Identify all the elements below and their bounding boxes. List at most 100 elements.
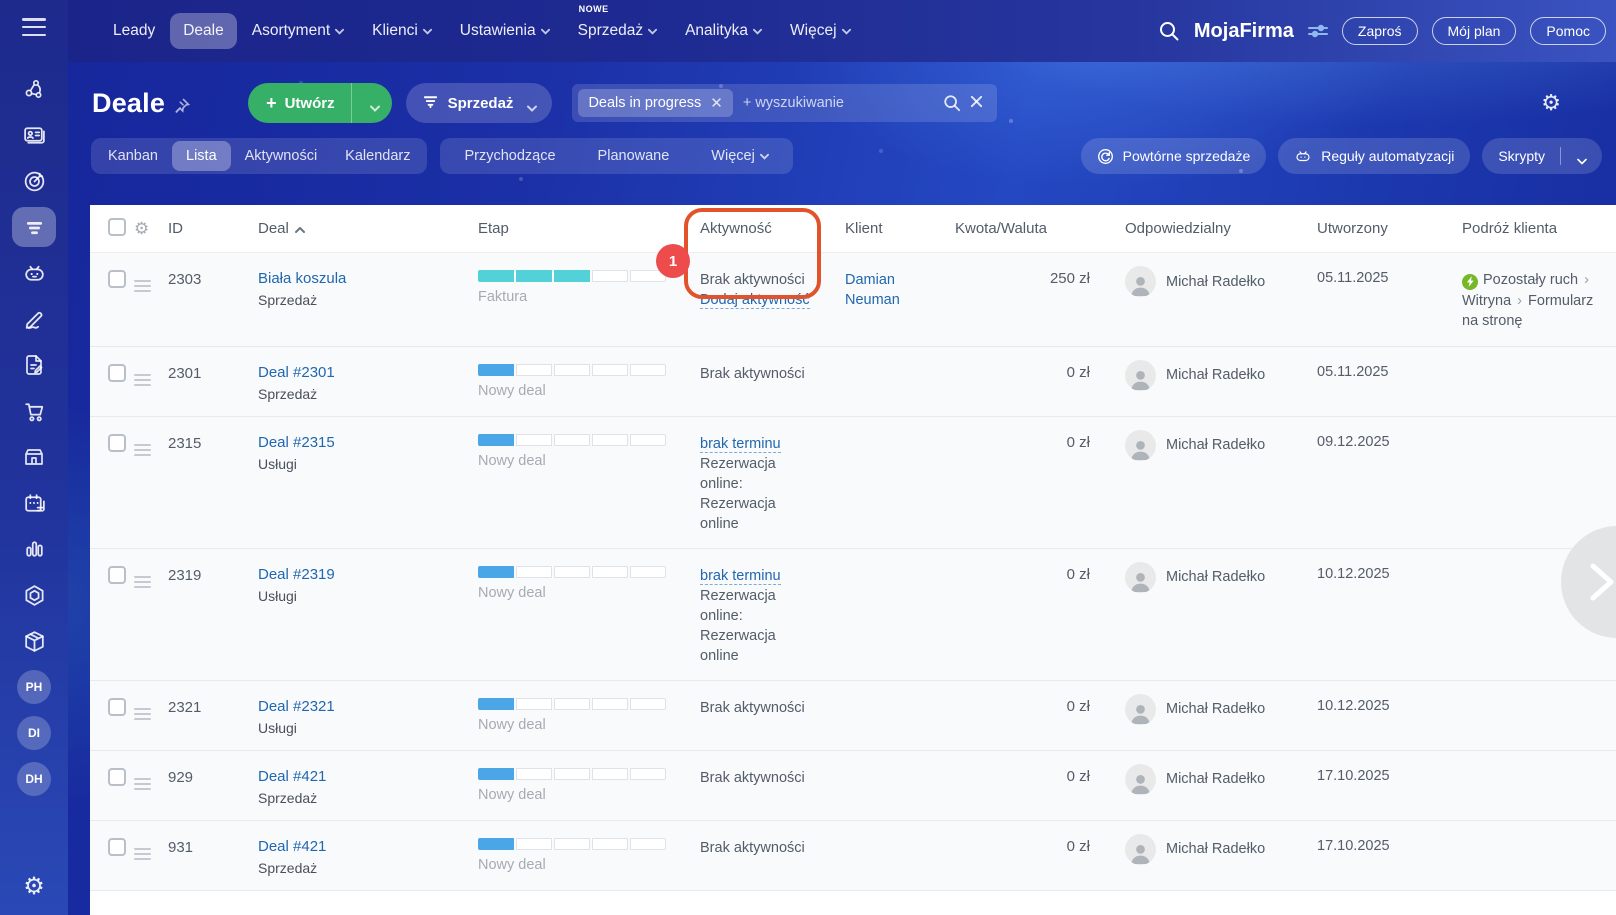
owner-name[interactable]: Michał Radełko <box>1166 841 1265 857</box>
nav-item-analityka[interactable]: Analityka <box>672 13 775 49</box>
stage-progress-bar[interactable] <box>478 697 666 710</box>
nav-item-ustawienia[interactable]: Ustawienia <box>447 13 563 49</box>
activity-link[interactable]: Dodaj aktywność <box>700 292 810 309</box>
nav-item-klienci[interactable]: Klienci <box>359 13 445 49</box>
owner-name[interactable]: Michał Radełko <box>1166 701 1265 717</box>
contact-card-icon[interactable] <box>12 115 56 155</box>
table-row[interactable]: 2303 Biała koszula Sprzedaż Faktura Brak… <box>90 253 1616 347</box>
pin-icon[interactable] <box>174 98 191 114</box>
hamburger-menu-icon[interactable] <box>22 18 46 36</box>
table-row[interactable]: 2319 Deal #2319 Usługi Nowy deal brak te… <box>90 548 1616 681</box>
owner-name[interactable]: Michał Radełko <box>1166 274 1265 290</box>
tab-planowane[interactable]: Planowane <box>577 141 691 171</box>
search-icon[interactable] <box>943 94 961 112</box>
package-box-icon[interactable] <box>12 621 56 661</box>
row-checkbox[interactable] <box>108 697 126 716</box>
search-filter-bar[interactable]: Deals in progress ✕ + wyszukiwanie <box>572 84 998 122</box>
column-header-kwota[interactable]: Kwota/Waluta <box>955 220 1110 237</box>
drag-handle-icon[interactable] <box>134 373 151 386</box>
owner-name[interactable]: Michał Radełko <box>1166 367 1265 383</box>
column-header-utworzony[interactable]: Utworzony <box>1300 220 1445 237</box>
row-checkbox[interactable] <box>108 363 126 382</box>
stage-progress-bar[interactable] <box>478 433 666 446</box>
table-row[interactable]: 929 Deal #421 Sprzedaż Nowy deal Brak ak… <box>90 750 1616 821</box>
owner-name[interactable]: Michał Radełko <box>1166 771 1265 787</box>
deal-link[interactable]: Deal #421 <box>258 838 478 855</box>
drag-handle-icon[interactable] <box>134 280 151 292</box>
nav-item-sprzedaz[interactable]: NOWE Sprzedaż <box>565 4 670 49</box>
drag-handle-icon[interactable] <box>134 707 151 720</box>
row-checkbox[interactable] <box>108 837 126 856</box>
row-checkbox[interactable] <box>108 767 126 786</box>
row-checkbox[interactable] <box>108 565 126 584</box>
drag-handle-icon[interactable] <box>134 847 151 860</box>
shop-cart-icon[interactable] <box>12 391 56 431</box>
analytics-chart-icon[interactable] <box>12 529 56 569</box>
store-icon[interactable] <box>12 437 56 477</box>
crm-network-icon[interactable] <box>12 69 56 109</box>
create-dropdown-chevron[interactable] <box>352 99 392 112</box>
activity-link[interactable]: brak terminu <box>700 567 781 585</box>
ai-robot-icon[interactable] <box>12 253 56 293</box>
column-header-klient[interactable]: Klient <box>845 220 955 237</box>
chevron-down-icon[interactable] <box>1577 152 1587 164</box>
column-header-aktywnosc[interactable]: Aktywność <box>700 220 845 237</box>
stage-progress-bar[interactable] <box>478 837 666 850</box>
drag-handle-icon[interactable] <box>134 443 151 456</box>
view-settings-gear-icon[interactable]: ⚙ <box>1541 90 1561 116</box>
tab-wiecej[interactable]: Więcej <box>690 141 790 171</box>
tab-lista[interactable]: Lista <box>172 141 231 171</box>
stage-progress-bar[interactable] <box>478 363 666 376</box>
table-row[interactable]: 931 Deal #421 Sprzedaż Nowy deal Brak ak… <box>90 820 1616 891</box>
column-header-odpowiedzialny[interactable]: Odpowiedzialny <box>1110 220 1300 237</box>
tab-kanban[interactable]: Kanban <box>94 141 172 171</box>
owner-name[interactable]: Michał Radełko <box>1166 437 1265 453</box>
client-link[interactable]: Damian Neuman <box>845 270 931 311</box>
columns-settings-gear-icon[interactable]: ⚙ <box>134 219 168 239</box>
scripts-button[interactable]: Skrypty <box>1482 138 1602 174</box>
owner-name[interactable]: Michał Radełko <box>1166 569 1265 585</box>
search-icon[interactable] <box>1158 20 1180 42</box>
deal-link[interactable]: Biała koszula <box>258 270 478 287</box>
tab-aktywnosci[interactable]: Aktywności <box>231 141 332 171</box>
row-checkbox[interactable] <box>108 270 126 288</box>
column-header-podroz[interactable]: Podróż klienta <box>1445 220 1603 237</box>
nav-item-deale[interactable]: Deale <box>170 13 237 49</box>
automation-rules-button[interactable]: Reguły automatyzacji <box>1278 138 1471 174</box>
user-avatar-dh[interactable]: DH <box>17 762 51 796</box>
filter-chip[interactable]: Deals in progress ✕ <box>578 89 733 117</box>
user-avatar-ph[interactable]: PH <box>17 670 51 704</box>
stage-progress-bar[interactable] <box>478 270 666 282</box>
activity-link[interactable]: brak terminu <box>700 435 781 453</box>
marketing-target-icon[interactable] <box>12 161 56 201</box>
column-header-etap[interactable]: Etap <box>478 220 700 237</box>
deal-link[interactable]: Deal #2315 <box>258 434 478 451</box>
deals-funnel-icon[interactable] <box>12 207 56 247</box>
repeat-sales-button[interactable]: Powtórne sprzedaże <box>1080 138 1267 174</box>
nav-item-wiecej[interactable]: Więcej <box>777 13 864 49</box>
table-row[interactable]: 2301 Deal #2301 Sprzedaż Nowy deal Brak … <box>90 346 1616 417</box>
remove-filter-icon[interactable]: ✕ <box>710 94 723 112</box>
sign-pen-icon[interactable] <box>12 299 56 339</box>
clear-search-icon[interactable] <box>969 94 987 112</box>
search-input[interactable]: + wyszukiwanie <box>743 95 936 111</box>
nav-item-leady[interactable]: Leady <box>100 13 168 49</box>
tab-przychodzace[interactable]: Przychodzące <box>443 141 576 171</box>
create-button[interactable]: + Utwórz <box>248 83 392 123</box>
deal-link[interactable]: Deal #421 <box>258 768 478 785</box>
my-plan-button[interactable]: Mój plan <box>1431 17 1517 45</box>
deal-link[interactable]: Deal #2321 <box>258 698 478 715</box>
row-checkbox[interactable] <box>108 433 126 452</box>
funnel-filter-button[interactable]: Sprzedaż <box>405 83 553 123</box>
company-name[interactable]: MojaFirma <box>1194 20 1294 43</box>
deal-link[interactable]: Deal #2319 <box>258 566 478 583</box>
automation-hexagon-icon[interactable] <box>12 575 56 615</box>
nav-item-asortyment[interactable]: Asortyment <box>239 13 357 49</box>
stage-progress-bar[interactable] <box>478 767 666 780</box>
document-edit-icon[interactable] <box>12 345 56 385</box>
select-all-checkbox[interactable] <box>108 217 126 236</box>
drag-handle-icon[interactable] <box>134 575 151 588</box>
user-avatar-di[interactable]: DI <box>17 716 51 750</box>
settings-gear-icon[interactable]: ⚙ <box>23 872 45 901</box>
sliders-icon[interactable] <box>1307 23 1328 39</box>
